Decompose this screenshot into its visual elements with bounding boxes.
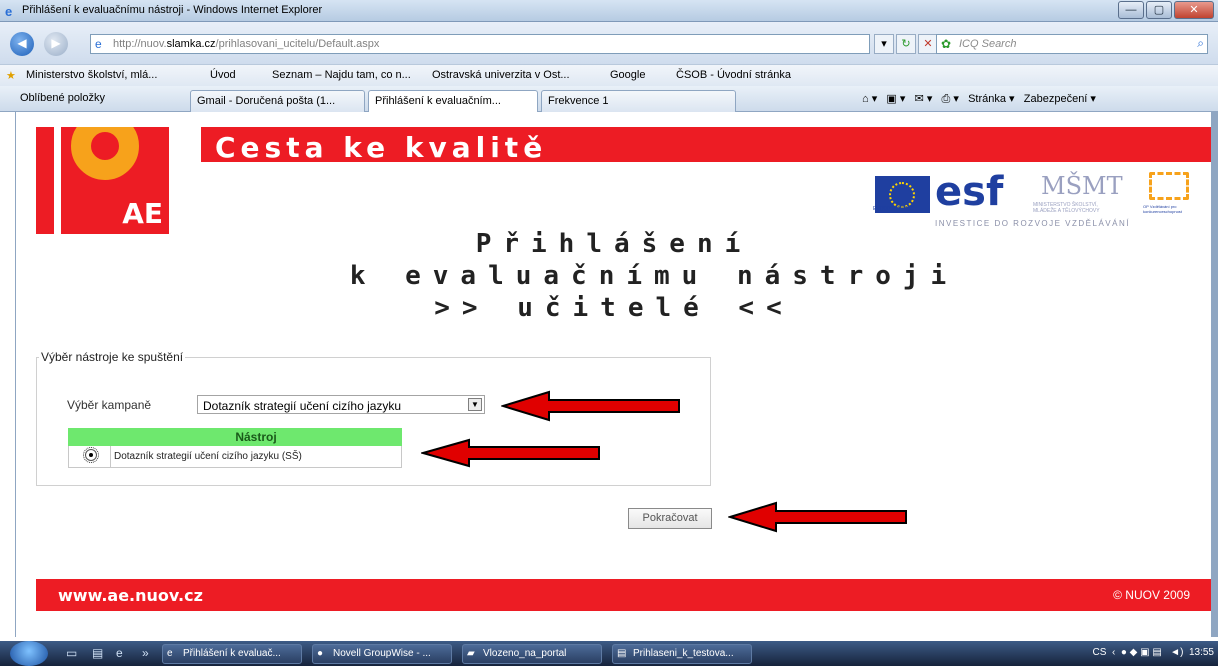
taskbar-item[interactable]: ▤ Prihlaseni_k_testova... — [612, 644, 752, 664]
favorites-bar: ★ Ministerstvo školství, mlá... Úvod Sez… — [0, 64, 1218, 86]
arrow-annotation-tool — [421, 438, 600, 468]
home-icon[interactable]: ⌂ ▾ — [862, 93, 877, 105]
window-title: Přihlášení k evaluačnímu nástroji - Wind… — [22, 4, 323, 16]
taskbar: ▭ ▤ e » e Přihlášení k evaluač... ● Novell… — [0, 641, 1218, 666]
back-button[interactable]: ◀ — [10, 32, 34, 56]
folder-icon: ▰ — [467, 648, 475, 659]
radio-cell[interactable] — [68, 445, 111, 468]
campaign-selected-value: Dotazník strategií učení cizího jazyku — [203, 399, 402, 413]
tab-gmail[interactable]: Gmail - Doručená pošta (1... — [190, 90, 365, 112]
document-icon: ▤ — [617, 648, 627, 659]
page-viewport: AE Cesta ke kvalitě EVROPSKÁ UNIE esf MŠ… — [15, 112, 1212, 637]
campaign-label: Výběr kampaně — [67, 398, 152, 412]
tab-bar: Oblíbené položky Gmail - Doručená pošta … — [0, 86, 1218, 112]
security-menu[interactable]: Zabezpečení ▾ — [1024, 93, 1096, 105]
tool-grid: Nástroj Dotazník strategií učení cizího … — [68, 428, 402, 468]
arrow-annotation-continue — [728, 501, 907, 533]
arrow-annotation-campaign — [501, 390, 680, 422]
footer-url[interactable]: www.ae.nuov.cz — [58, 586, 203, 605]
minimize-button[interactable]: — — [1118, 1, 1144, 19]
invest-caption: INVESTICE DO ROZVOJE VZDĚLÁVÁNÍ — [935, 219, 1130, 228]
tab-prihlaseni[interactable]: Přihlášení k evaluačním... — [368, 90, 538, 112]
forward-button[interactable]: ▶ — [44, 32, 68, 56]
footer-copyright: © NUOV 2009 — [1113, 588, 1190, 602]
heading-line2: k evaluačnímu nástroji — [349, 261, 959, 291]
chevron-right-icon[interactable]: » — [142, 646, 149, 660]
banner: Cesta ke kvalitě — [201, 127, 1212, 164]
maximize-button[interactable]: ▢ — [1146, 1, 1172, 19]
banner-title: Cesta ke kvalitě — [215, 131, 548, 164]
logo-arc — [71, 127, 139, 180]
continue-button[interactable]: Pokračovat — [628, 508, 712, 529]
stop-icon[interactable]: ✕ — [918, 34, 938, 54]
heading-line1: Přihlášení — [475, 229, 753, 259]
command-bar: ⌂ ▾ ▣ ▾ ✉ ▾ ⎙ ▾ Stránka ▾ Zabezpečení ▾ — [862, 92, 1096, 106]
feeds-icon[interactable]: ▣ ▾ — [886, 93, 905, 105]
language-indicator[interactable]: CS — [1092, 647, 1106, 658]
grid-header-blank — [68, 428, 111, 446]
favorite-item[interactable]: Úvod — [210, 69, 236, 81]
clock[interactable]: 13:55 — [1189, 647, 1214, 658]
chevron-down-icon[interactable]: ▼ — [468, 398, 482, 411]
switch-windows-icon[interactable]: ▤ — [92, 646, 103, 660]
campaign-select[interactable]: Dotazník strategií učení cizího jazyku ▼ — [197, 395, 485, 414]
tab-frekvence[interactable]: Frekvence 1 — [541, 90, 736, 112]
partner-logos: EVROPSKÁ UNIE esf MŠMT MINISTERSTVO ŠKOL… — [873, 170, 1203, 218]
favorites-label[interactable]: Oblíbené položky — [20, 92, 105, 104]
taskbar-item[interactable]: ▰ Vlozeno_na_portal — [462, 644, 602, 664]
window-frame-right — [1211, 112, 1218, 637]
address-field[interactable]: e http://nuov.slamka.cz/prihlasovani_uci… — [90, 34, 870, 54]
taskbar-item[interactable]: ● Novell GroupWise - ... — [312, 644, 452, 664]
address-toolbar: ◀ ▶ e http://nuov.slamka.cz/prihlasovani… — [0, 22, 1218, 64]
page-menu[interactable]: Stránka ▾ — [968, 93, 1015, 105]
dropdown-icon[interactable]: ▾ — [874, 34, 894, 54]
ie-icon: e — [167, 648, 173, 659]
ie-quicklaunch-icon[interactable]: e — [116, 646, 123, 660]
window-titlebar: e Přihlášení k evaluačnímu nástroji - Wi… — [0, 0, 1218, 22]
esf-logo: esf — [935, 169, 1004, 215]
msmt-logo: MŠMT — [1041, 172, 1123, 200]
ie-icon: e — [5, 4, 13, 19]
system-tray: CS ‹ ● ◆ ▣ ▤ ◄) 13:55 — [1092, 647, 1214, 658]
tool-name: Dotazník strategií učení cizího jazyku (… — [110, 445, 402, 468]
taskbar-item[interactable]: e Přihlášení k evaluač... — [162, 644, 302, 664]
heading-line3: >> učitelé << — [434, 293, 794, 323]
search-placeholder: ICQ Search — [959, 38, 1017, 50]
favorite-item[interactable]: Ostravská univerzita v Ost... — [432, 69, 570, 81]
tray-icons[interactable]: ● ◆ ▣ ▤ — [1121, 647, 1162, 658]
msmt-caption: MINISTERSTVO ŠKOLSTVÍ, MLÁDEŽE A TĚLOVÝC… — [1033, 202, 1100, 214]
window-controls: — ▢ ✕ — [1118, 1, 1214, 19]
icq-icon: ✿ — [941, 37, 952, 51]
op-caption: OP Vzdělávání pro konkurenceschopnost — [1143, 204, 1182, 214]
search-box[interactable]: ✿ ICQ Search ⌕ — [936, 34, 1208, 54]
address-tools: ▾ ↻ ✕ — [874, 34, 938, 54]
page-icon: e — [95, 37, 102, 51]
url-text: http://nuov.slamka.cz/prihlasovani_ucite… — [113, 38, 380, 50]
table-row[interactable]: Dotazník strategií učení cizího jazyku (… — [68, 445, 402, 468]
tool-radio[interactable] — [83, 447, 99, 463]
eu-caption: EVROPSKÁ UNIE — [873, 206, 914, 212]
star-icon[interactable]: ★ — [6, 69, 16, 82]
chevron-left-icon[interactable]: ‹ — [1112, 647, 1115, 658]
op-logo — [1149, 172, 1189, 200]
favorite-item[interactable]: Ministerstvo školství, mlá... — [26, 69, 157, 81]
footer: www.ae.nuov.cz © NUOV 2009 — [36, 579, 1212, 611]
volume-icon[interactable]: ◄) — [1170, 647, 1183, 658]
search-icon[interactable]: ⌕ — [1197, 36, 1204, 51]
groupwise-icon: ● — [317, 648, 324, 659]
print-icon[interactable]: ⎙ ▾ — [942, 93, 959, 105]
favorite-item[interactable]: Seznam – Najdu tam, co n... — [272, 69, 411, 81]
logo-stripe — [36, 127, 54, 234]
favorite-item[interactable]: ČSOB - Úvodní stránka — [676, 69, 791, 81]
show-desktop-icon[interactable]: ▭ — [66, 646, 77, 660]
grid-header-tool: Nástroj — [110, 428, 402, 446]
start-button[interactable] — [10, 641, 48, 666]
refresh-icon[interactable]: ↻ — [896, 34, 916, 54]
logo-text: AE — [122, 197, 163, 230]
favorite-item[interactable]: Google — [610, 69, 645, 81]
close-button[interactable]: ✕ — [1174, 1, 1214, 19]
mail-icon[interactable]: ✉ ▾ — [915, 93, 933, 105]
ae-logo: AE — [61, 127, 169, 234]
fieldset-legend: Výběr nástroje ke spuštění — [41, 350, 184, 364]
